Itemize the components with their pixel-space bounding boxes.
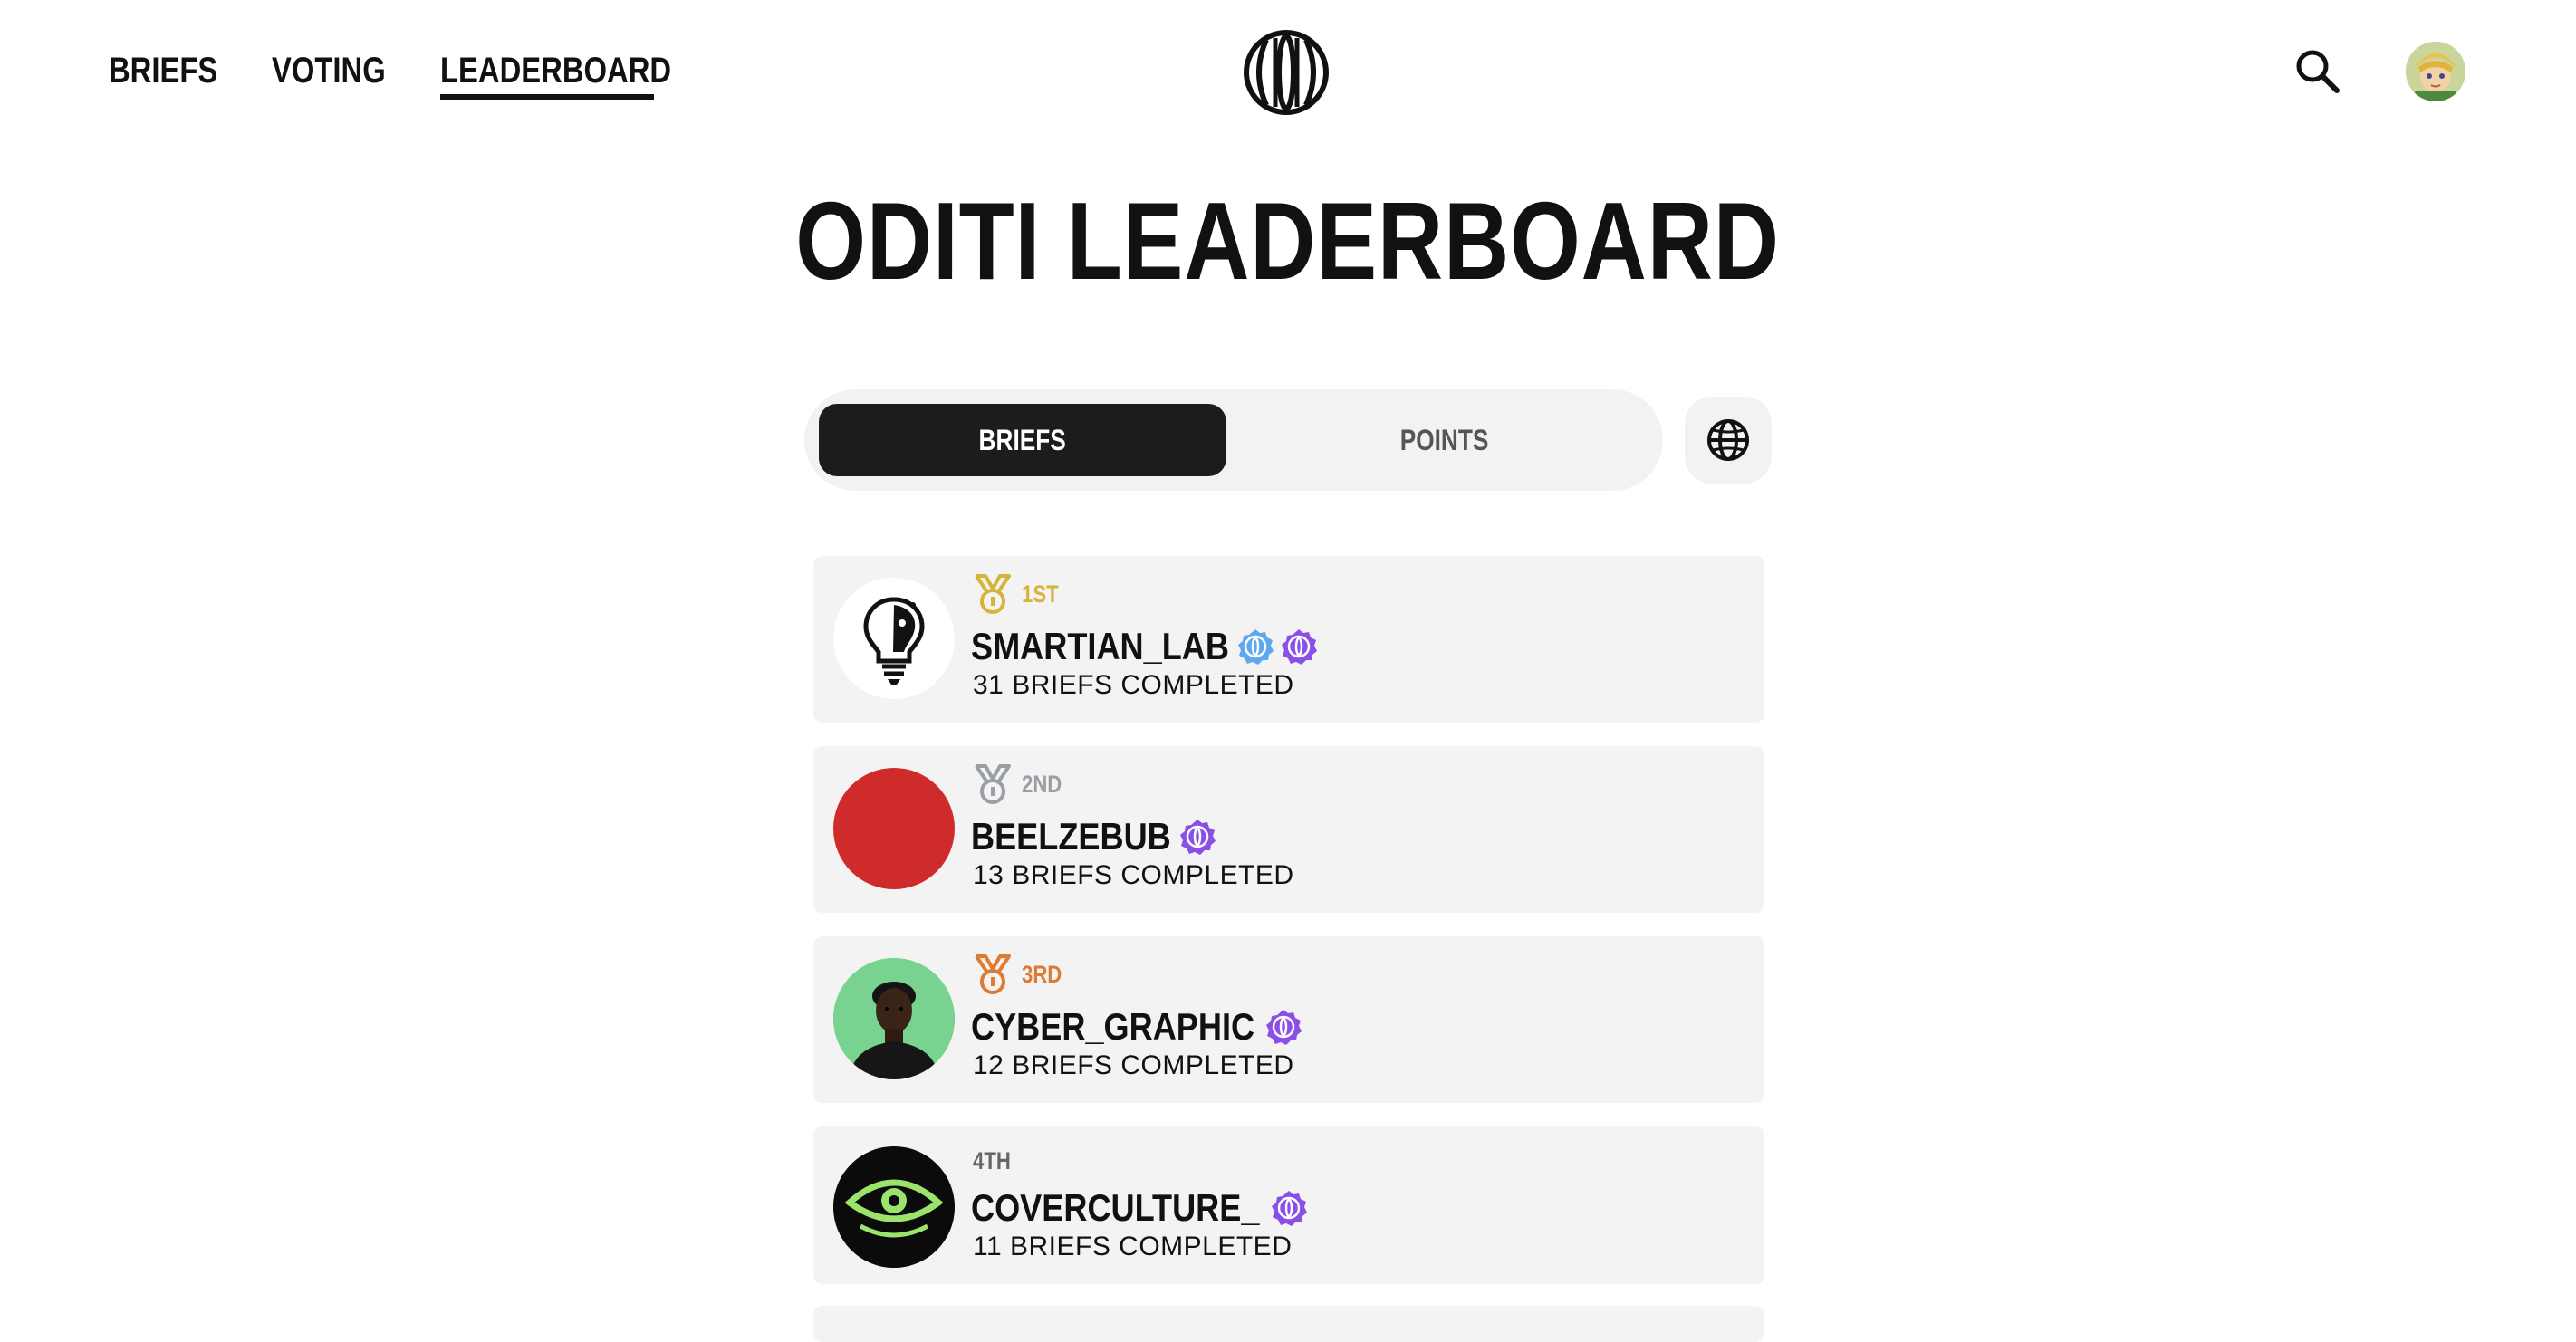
nav-voting-label: VOTING <box>272 51 386 91</box>
tab-briefs[interactable]: BRIEFS <box>819 404 1226 476</box>
leaderboard-type-toggle: BRIEFS POINTS <box>804 389 1663 491</box>
rank-text: 3RD <box>1022 960 1062 988</box>
username: CYBER_GRAPHIC <box>971 1005 1255 1048</box>
username: SMARTIAN_LAB <box>971 625 1229 667</box>
username: BEELZEBUB <box>971 815 1171 858</box>
nav-briefs-label: BRIEFS <box>109 51 218 91</box>
username-row: SMARTIAN_LAB <box>971 621 1318 672</box>
nav-leaderboard-label: LEADERBOARD <box>440 51 672 91</box>
briefs-completed: 11 BRIEFS COMPLETED <box>973 1232 1293 1261</box>
tab-briefs-label: BRIEFS <box>978 423 1067 456</box>
oditi-logo-icon[interactable] <box>1243 29 1330 116</box>
tab-points-label: POINTS <box>1400 423 1489 456</box>
purple-badge-icon <box>1266 1010 1302 1045</box>
page-title: ODITI LEADERBOARD <box>0 177 2576 304</box>
nav-voting[interactable]: VOTING <box>272 47 410 94</box>
badge-list <box>1178 818 1216 856</box>
username-row: CYBER_GRAPHIC <box>971 1002 1302 1052</box>
nav-leaderboard[interactable]: LEADERBOARD <box>440 47 671 100</box>
badge-list <box>1236 628 1318 666</box>
silver-medal-icon <box>975 764 1011 804</box>
briefs-completed: 13 BRIEFS COMPLETED <box>973 860 1294 890</box>
purple-badge-icon <box>1272 1191 1308 1226</box>
leaderboard-row[interactable] <box>813 1306 1764 1342</box>
purple-badge-icon <box>1179 820 1216 855</box>
rank-text: 2ND <box>1022 770 1062 798</box>
rank-label: 4TH <box>973 1139 1019 1183</box>
globe-icon <box>1707 419 1749 461</box>
purple-badge-icon <box>1282 629 1318 665</box>
user-avatar-eye <box>833 1146 955 1268</box>
rank-text: 1ST <box>1022 580 1059 608</box>
user-avatar[interactable] <box>2406 42 2465 101</box>
username-row: BEELZEBUB <box>971 811 1216 862</box>
badge-list <box>1264 1008 1302 1046</box>
rank-label: 1ST <box>973 572 1067 616</box>
search-icon[interactable] <box>2292 45 2344 98</box>
gold-medal-icon <box>975 574 1011 614</box>
blue-badge-icon <box>1238 629 1274 665</box>
user-avatar-portrait <box>833 958 955 1079</box>
bronze-medal-icon <box>975 954 1011 994</box>
username: COVERCULTURE_ <box>971 1186 1260 1229</box>
page-title-text: ODITI LEADERBOARD <box>795 179 1781 302</box>
username-row: COVERCULTURE_ <box>971 1183 1308 1233</box>
leaderboard-row[interactable]: 1ST SMARTIAN_LAB 31 BRIEFS COMPLETED <box>813 556 1764 723</box>
rank-label: 2ND <box>973 762 1071 806</box>
briefs-completed: 12 BRIEFS COMPLETED <box>973 1050 1294 1080</box>
rank-label: 3RD <box>973 953 1071 996</box>
rank-text: 4TH <box>973 1146 1011 1174</box>
badge-list <box>1270 1189 1308 1227</box>
user-avatar-lightbulb <box>833 578 955 699</box>
globe-filter-button[interactable] <box>1685 397 1772 484</box>
leaderboard-row[interactable]: 3RD CYBER_GRAPHIC 12 BRIEFS COMPLETED <box>813 936 1764 1103</box>
user-avatar-red <box>833 768 955 889</box>
top-navigation-bar: BRIEFS VOTING LEADERBOARD <box>0 0 2576 145</box>
leaderboard-row[interactable]: 2ND BEELZEBUB 13 BRIEFS COMPLETED <box>813 746 1764 913</box>
leaderboard-row[interactable]: 4TH COVERCULTURE_ 11 BRIEFS COMPLETED <box>813 1126 1764 1284</box>
briefs-completed: 31 BRIEFS COMPLETED <box>973 670 1294 700</box>
nav-briefs[interactable]: BRIEFS <box>109 47 242 94</box>
tab-points[interactable]: POINTS <box>1241 404 1648 476</box>
